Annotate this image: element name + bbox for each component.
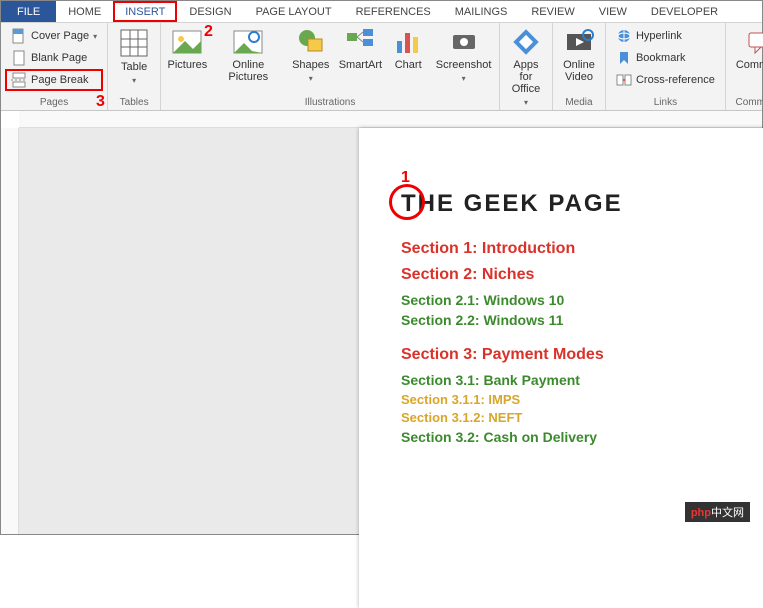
annotation-2: 2 — [204, 23, 213, 41]
tab-home[interactable]: HOME — [56, 1, 113, 22]
watermark-suffix: 中文网 — [711, 507, 744, 519]
heading-section-2[interactable]: Section 2: Niches — [401, 266, 763, 284]
annotation-3: 3 — [96, 93, 105, 111]
smartart-icon — [345, 27, 375, 57]
comment-button[interactable]: Comment — [730, 25, 763, 73]
cover-page-icon — [11, 28, 27, 44]
group-comments-label: Comments — [730, 95, 763, 110]
ruler-horizontal[interactable] — [19, 111, 762, 128]
shapes-label: Shapes — [292, 59, 329, 85]
screenshot-label: Screenshot — [436, 59, 492, 85]
heading-section-2-2[interactable]: Section 2.2: Windows 11 — [401, 312, 763, 328]
cover-page-label: Cover Page — [31, 30, 89, 42]
shapes-button[interactable]: Shapes — [287, 25, 335, 87]
apps-icon — [511, 27, 541, 57]
chart-label: Chart — [395, 59, 422, 71]
online-pictures-label: Online Pictures — [218, 59, 279, 83]
group-comments: Comment Comments — [726, 23, 763, 110]
online-pictures-icon — [232, 27, 264, 57]
table-button[interactable]: Table — [112, 25, 156, 89]
ruler-vertical[interactable] — [1, 128, 19, 534]
comment-icon — [745, 27, 763, 57]
pictures-label: Pictures — [168, 59, 208, 71]
group-links: Hyperlink Bookmark Cross-reference Links — [606, 23, 726, 110]
smartart-button[interactable]: SmartArt — [337, 25, 385, 73]
smartart-label: SmartArt — [339, 59, 382, 71]
group-media: Online Video Media — [553, 23, 606, 110]
cross-reference-button[interactable]: Cross-reference — [610, 69, 721, 91]
group-media-label: Media — [557, 95, 601, 110]
page-break-icon — [11, 72, 27, 88]
tab-insert[interactable]: INSERT — [113, 1, 177, 22]
pictures-icon — [171, 27, 203, 57]
heading-section-2-1[interactable]: Section 2.1: Windows 10 — [401, 292, 763, 308]
tab-bar: FILE HOME INSERT DESIGN PAGE LAYOUT REFE… — [1, 1, 762, 23]
tab-developer[interactable]: DEVELOPER — [639, 1, 730, 22]
blank-page-icon — [11, 50, 27, 66]
annotation-circle-1 — [389, 184, 425, 220]
hyperlink-icon — [616, 28, 632, 44]
tab-review[interactable]: REVIEW — [519, 1, 586, 22]
heading-section-3[interactable]: Section 3: Payment Modes — [401, 346, 763, 364]
heading-section-3-1-1[interactable]: Section 3.1.1: IMPS — [401, 392, 763, 407]
hyperlink-label: Hyperlink — [636, 30, 682, 42]
heading-section-3-1-2[interactable]: Section 3.1.2: NEFT — [401, 410, 763, 425]
shapes-icon — [296, 27, 326, 57]
group-pages: Cover Page Blank Page Page Break Pages — [1, 23, 108, 110]
tab-page-layout[interactable]: PAGE LAYOUT — [244, 1, 344, 22]
tab-file[interactable]: FILE — [1, 1, 56, 22]
apps-for-office-button[interactable]: Apps for Office — [504, 25, 548, 111]
pictures-button[interactable]: Pictures — [165, 25, 210, 73]
heading-section-1[interactable]: Section 1: Introduction — [401, 240, 763, 258]
heading-section-3-2[interactable]: Section 3.2: Cash on Delivery — [401, 429, 763, 445]
table-label: Table — [118, 61, 150, 87]
watermark: php中文网 — [685, 502, 750, 522]
group-tables: Table Tables — [108, 23, 161, 110]
cross-reference-icon — [616, 72, 632, 88]
bookmark-icon — [616, 50, 632, 66]
comment-label: Comment — [736, 59, 763, 71]
chart-button[interactable]: Chart — [386, 25, 430, 73]
watermark-brand: php — [691, 507, 711, 519]
apps-label: Apps for Office — [510, 59, 542, 109]
page-break-button[interactable]: Page Break — [5, 69, 103, 91]
annotation-1: 1 — [401, 169, 410, 187]
screenshot-icon — [449, 27, 479, 57]
online-pictures-button[interactable]: Online Pictures — [212, 25, 285, 85]
hyperlink-button[interactable]: Hyperlink — [610, 25, 721, 47]
group-tables-label: Tables — [112, 95, 156, 110]
tab-design[interactable]: DESIGN — [177, 1, 243, 22]
document-canvas: THE GEEK PAGE Section 1: Introduction Se… — [19, 128, 762, 534]
blank-page-button[interactable]: Blank Page — [5, 47, 103, 69]
cross-reference-label: Cross-reference — [636, 74, 715, 86]
bookmark-button[interactable]: Bookmark — [610, 47, 721, 69]
bookmark-label: Bookmark — [636, 52, 686, 64]
video-icon — [564, 27, 594, 57]
group-links-label: Links — [610, 95, 721, 110]
ribbon: Cover Page Blank Page Page Break Pages T… — [1, 23, 762, 111]
page-break-label: Page Break — [31, 74, 88, 86]
chart-icon — [393, 27, 423, 57]
tab-mailings[interactable]: MAILINGS — [443, 1, 520, 22]
screenshot-button[interactable]: Screenshot — [432, 25, 495, 87]
group-apps: Apps for Office Apps — [500, 23, 553, 110]
table-icon — [118, 27, 150, 59]
heading-section-3-1[interactable]: Section 3.1: Bank Payment — [401, 372, 763, 388]
online-video-button[interactable]: Online Video — [557, 25, 601, 85]
group-pages-label: Pages — [5, 95, 103, 110]
tab-references[interactable]: REFERENCES — [344, 1, 443, 22]
group-illustrations-label: Illustrations — [165, 95, 495, 110]
video-label: Online Video — [563, 59, 595, 83]
tab-view[interactable]: VIEW — [587, 1, 639, 22]
blank-page-label: Blank Page — [31, 52, 87, 64]
cover-page-button[interactable]: Cover Page — [5, 25, 103, 47]
doc-title[interactable]: THE GEEK PAGE — [401, 190, 763, 218]
